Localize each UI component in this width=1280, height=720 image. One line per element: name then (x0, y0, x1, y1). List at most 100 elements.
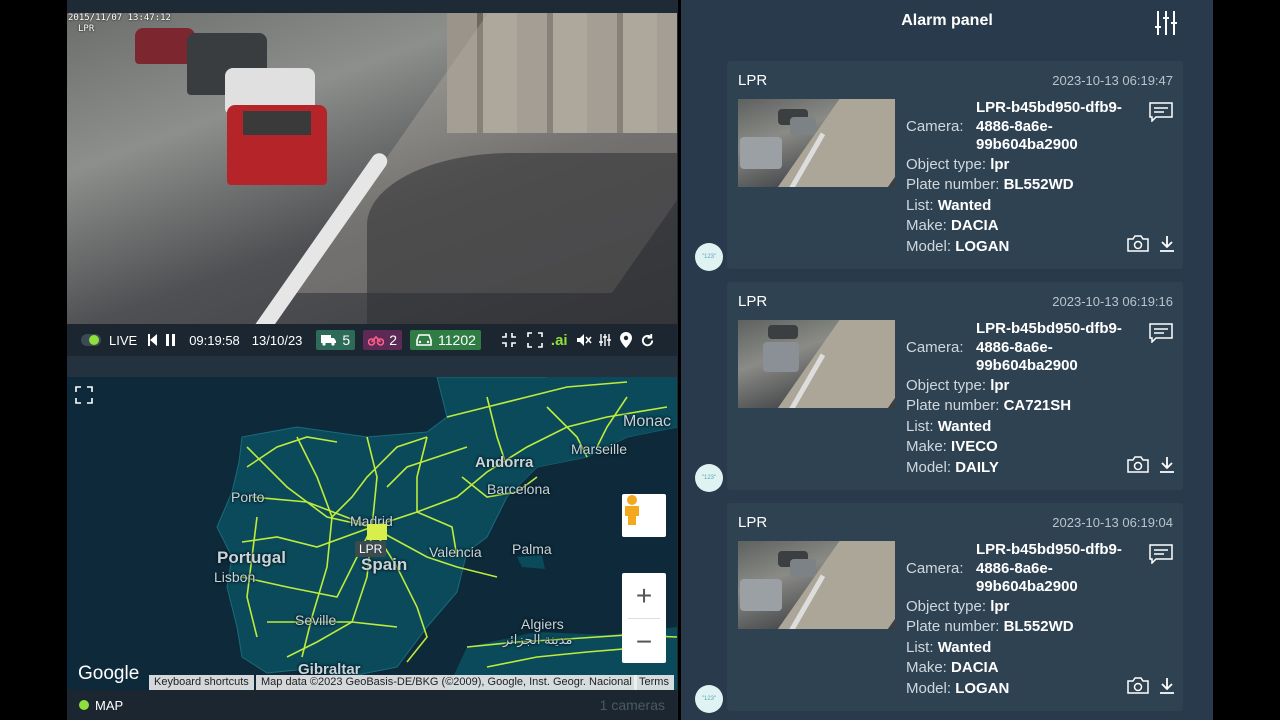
video-car (227, 105, 327, 185)
model-value: LOGAN (955, 679, 1010, 697)
map-label-algiers: Algiers (521, 616, 564, 632)
alarm-details: Camera: LPR-b45bd950-dfb9- 4886-8a6e- 99b6… (906, 541, 1146, 699)
alarm-avatar-icon[interactable]: "123" (695, 243, 723, 271)
alarm-card[interactable]: LPR 2023-10-13 06:19:47 Camera: LPR-b45b… (727, 61, 1183, 269)
camera-field-label: Camera: (906, 560, 964, 577)
live-toggle[interactable] (81, 334, 101, 346)
video-label: LPR (78, 24, 95, 34)
alarm-type: LPR (738, 72, 768, 89)
map-footer: MAP 1 cameras (67, 690, 677, 720)
object-type-label: Object type: (906, 376, 987, 394)
comment-icon[interactable] (1149, 323, 1173, 348)
list-value: Wanted (937, 417, 992, 435)
lpr-marker-label[interactable]: LPR (355, 541, 387, 557)
model-label: Model: (906, 458, 952, 476)
camera-field-label: Camera: (906, 118, 964, 135)
truck-count: 5 (342, 332, 351, 348)
map-label-seville: Seville (295, 612, 337, 628)
playback-date: 13/10/23 (251, 332, 303, 348)
plate-label: Plate number: (906, 397, 1000, 414)
plate-value: BL552WD (1003, 618, 1074, 635)
make-label: Make: (906, 659, 947, 676)
mute-icon[interactable] (576, 333, 592, 347)
alarm-details: Camera: LPR-b45bd950-dfb9- 4886-8a6e- 99b6… (906, 99, 1146, 257)
collapse-icon[interactable] (501, 332, 517, 348)
motorbike-icon (368, 335, 385, 346)
map-view[interactable]: Monac Marseille Andorra Barcelona Porto … (67, 377, 677, 690)
map-label-barcelona: Barcelona (487, 481, 551, 497)
alarm-snapshot-thumbnail[interactable] (738, 99, 895, 187)
left-pane: 2015/11/07 13:47:12 LPR LIVE 09:19:58 13… (67, 0, 678, 720)
camera-field-label: Camera: (906, 339, 964, 356)
alarm-snapshot-thumbnail[interactable] (738, 320, 895, 408)
comment-icon[interactable] (1149, 544, 1173, 569)
list-value: Wanted (937, 638, 992, 656)
map-label-palma: Palma (512, 541, 552, 557)
lpr-camera-marker[interactable] (367, 524, 387, 540)
live-indicator-icon (89, 335, 99, 345)
camera-snapshot-icon[interactable] (1127, 677, 1149, 699)
alarm-snapshot-thumbnail[interactable] (738, 541, 895, 629)
map-footer-label: MAP (95, 697, 124, 713)
alarm-time: 2023-10-13 06:19:04 (1052, 515, 1173, 530)
car-count-badge[interactable]: 11202 (410, 330, 481, 350)
camera-count: 1 cameras (599, 697, 665, 713)
map-label-marseille: Marseille (571, 441, 628, 457)
alarm-type: LPR (738, 514, 768, 531)
camera-snapshot-icon[interactable] (1127, 456, 1149, 478)
alarm-avatar-icon[interactable]: "123" (695, 464, 723, 492)
refresh-icon[interactable] (640, 333, 655, 348)
object-type-value: lpr (990, 155, 1010, 173)
list-label: List: (906, 196, 934, 214)
make-label: Make: (906, 438, 947, 455)
street-view-pegman-icon[interactable] (622, 494, 666, 537)
bike-count-badge[interactable]: 2 (363, 330, 402, 350)
fullscreen-icon[interactable] (527, 332, 543, 348)
playback-time: 09:19:58 (189, 332, 240, 348)
zoom-in-button[interactable]: + (622, 573, 666, 618)
camera-video-feed[interactable]: 2015/11/07 13:47:12 LPR (67, 13, 677, 324)
download-icon[interactable] (1159, 235, 1175, 257)
filter-settings-icon[interactable] (1154, 10, 1178, 41)
make-label: Make: (906, 217, 947, 234)
alarm-card[interactable]: LPR 2023-10-13 06:19:16 Camera: LPR-b45b… (727, 282, 1183, 490)
ai-toggle[interactable]: .ai (551, 332, 568, 349)
make-value: IVECO (951, 438, 998, 455)
plate-label: Plate number: (906, 618, 1000, 635)
zoom-out-button[interactable]: − (622, 619, 666, 664)
alarm-details: Camera: LPR-b45bd950-dfb9- 4886-8a6e- 99b6… (906, 320, 1146, 478)
zoom-control: + − (622, 573, 666, 663)
map-label-andorra: Andorra (475, 454, 534, 471)
camera-id: LPR-b45bd950-dfb9- 4886-8a6e- 99b604ba2900 (976, 541, 1122, 595)
alarm-avatar-icon[interactable]: "123" (695, 685, 723, 713)
sliders-icon[interactable] (598, 333, 612, 347)
map-status-icon (79, 700, 89, 710)
video-controls-bar: LIVE 09:19:58 13/10/23 5 2 11202 .ai (67, 324, 677, 356)
car-icon (416, 334, 432, 346)
video-shadow (367, 153, 677, 324)
alarm-card[interactable]: LPR 2023-10-13 06:19:04 Camera: LPR-b45b… (727, 503, 1183, 711)
camera-id: LPR-b45bd950-dfb9- 4886-8a6e- 99b604ba2900 (976, 99, 1122, 153)
plate-label: Plate number: (906, 176, 1000, 193)
comment-icon[interactable] (1149, 102, 1173, 127)
alarm-actions (1127, 235, 1175, 257)
terms-link[interactable]: Terms (634, 675, 674, 690)
alarm-actions (1127, 677, 1175, 699)
download-icon[interactable] (1159, 677, 1175, 699)
camera-snapshot-icon[interactable] (1127, 235, 1149, 257)
location-pin-icon[interactable] (619, 332, 632, 348)
live-label: LIVE (109, 332, 138, 348)
object-type-value: lpr (990, 376, 1010, 394)
keyboard-shortcuts-link[interactable]: Keyboard shortcuts (149, 675, 254, 690)
video-overlay: 2015/11/07 13:47:12 LPR (68, 13, 171, 35)
download-icon[interactable] (1159, 456, 1175, 478)
pause-icon[interactable] (165, 333, 177, 347)
rewind-icon[interactable] (147, 333, 159, 347)
object-type-label: Object type: (906, 155, 987, 173)
truck-count-badge[interactable]: 5 (316, 330, 356, 350)
alarm-time: 2023-10-13 06:19:47 (1052, 73, 1173, 88)
alarm-time: 2023-10-13 06:19:16 (1052, 294, 1173, 309)
alarm-type: LPR (738, 293, 768, 310)
map-label-portugal: Portugal (217, 548, 286, 567)
truck-icon (321, 335, 337, 346)
